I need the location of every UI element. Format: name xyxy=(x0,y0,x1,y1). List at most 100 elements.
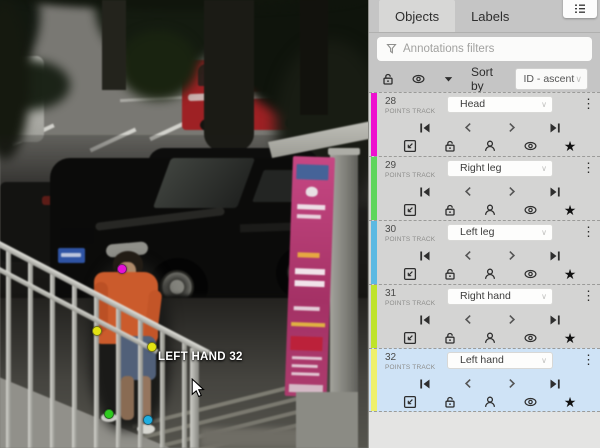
object-menu-button[interactable]: ⋮ xyxy=(582,96,594,111)
hidden-toggle-button[interactable] xyxy=(523,331,538,345)
object-label-select[interactable]: Right leg ∨ xyxy=(447,160,553,177)
keyframe-toggle-button[interactable]: ★ xyxy=(564,395,577,409)
occluded-toggle-button[interactable] xyxy=(483,139,497,153)
keypoint-left-foot[interactable] xyxy=(143,415,153,425)
next-keyframe-button[interactable] xyxy=(505,377,518,390)
lock-icon xyxy=(443,395,457,409)
object-color-bar xyxy=(371,349,377,411)
hide-all-button[interactable] xyxy=(411,72,426,86)
object-label-select[interactable]: Head ∨ xyxy=(447,96,553,113)
keypoint-right-foot[interactable] xyxy=(104,409,114,419)
hidden-toggle-button[interactable] xyxy=(523,139,538,153)
first-keyframe-button[interactable] xyxy=(418,121,432,135)
object-label-select[interactable]: Right hand ∨ xyxy=(447,288,553,305)
object-menu-button[interactable]: ⋮ xyxy=(582,160,594,175)
object-row-28[interactable]: 28 POINTS TRACK Head ∨ ⋮ xyxy=(369,92,600,156)
previous-keyframe-button[interactable] xyxy=(462,185,475,198)
next-keyframe-button[interactable] xyxy=(505,121,518,134)
object-menu-button[interactable]: ⋮ xyxy=(582,352,594,367)
next-keyframe-icon xyxy=(505,249,518,262)
first-keyframe-button[interactable] xyxy=(418,377,432,391)
keypoint-head[interactable] xyxy=(117,264,127,274)
objects-list: 28 POINTS TRACK Head ∨ ⋮ xyxy=(369,92,600,448)
occluded-icon xyxy=(483,267,497,281)
object-row-32[interactable]: 32 POINTS TRACK Left hand ∨ ⋮ xyxy=(369,348,600,412)
lock-all-button[interactable] xyxy=(381,72,395,86)
last-keyframe-button[interactable] xyxy=(548,185,562,199)
object-label-value: Right leg xyxy=(460,162,501,174)
next-keyframe-icon xyxy=(505,121,518,134)
occluded-toggle-button[interactable] xyxy=(483,267,497,281)
last-keyframe-icon xyxy=(548,249,562,263)
object-label-select[interactable]: Left hand ∨ xyxy=(447,352,553,369)
object-id: 31 xyxy=(385,289,447,299)
pinned-toggle-button[interactable] xyxy=(403,395,417,409)
chevron-down-icon: ∨ xyxy=(541,97,547,112)
previous-keyframe-button[interactable] xyxy=(462,313,475,326)
pinned-toggle-button[interactable] xyxy=(403,331,417,345)
pinned-icon xyxy=(403,331,417,345)
panel-menu-button[interactable] xyxy=(563,0,597,18)
tab-labels[interactable]: Labels xyxy=(455,0,525,32)
previous-keyframe-icon xyxy=(462,121,475,134)
lock-toggle-button[interactable] xyxy=(443,331,457,345)
pinned-toggle-button[interactable] xyxy=(403,267,417,281)
hidden-toggle-button[interactable] xyxy=(523,267,538,281)
first-keyframe-icon xyxy=(418,313,432,327)
expand-all-button[interactable] xyxy=(442,73,455,86)
lock-icon xyxy=(443,139,457,153)
previous-keyframe-icon xyxy=(462,249,475,262)
lock-toggle-button[interactable] xyxy=(443,203,457,217)
pinned-toggle-button[interactable] xyxy=(403,203,417,217)
occluded-toggle-button[interactable] xyxy=(483,395,497,409)
object-menu-button[interactable]: ⋮ xyxy=(582,288,594,303)
occluded-toggle-button[interactable] xyxy=(483,331,497,345)
first-keyframe-button[interactable] xyxy=(418,249,432,263)
next-keyframe-button[interactable] xyxy=(505,249,518,262)
pinned-icon xyxy=(403,203,417,217)
object-label-select[interactable]: Left leg ∨ xyxy=(447,224,553,241)
last-keyframe-button[interactable] xyxy=(548,249,562,263)
lock-toggle-button[interactable] xyxy=(443,139,457,153)
last-keyframe-button[interactable] xyxy=(548,377,562,391)
keyframe-toggle-button[interactable]: ★ xyxy=(564,267,577,281)
lock-toggle-button[interactable] xyxy=(443,267,457,281)
keyframe-toggle-button[interactable]: ★ xyxy=(564,203,577,217)
object-row-29[interactable]: 29 POINTS TRACK Right leg ∨ ⋮ xyxy=(369,156,600,220)
pinned-toggle-button[interactable] xyxy=(403,139,417,153)
last-keyframe-button[interactable] xyxy=(548,121,562,135)
next-keyframe-button[interactable] xyxy=(505,185,518,198)
keyframe-toggle-button[interactable]: ★ xyxy=(564,331,577,345)
object-row-30[interactable]: 30 POINTS TRACK Left leg ∨ ⋮ xyxy=(369,220,600,284)
occluded-icon xyxy=(483,203,497,217)
previous-keyframe-button[interactable] xyxy=(462,377,475,390)
next-keyframe-button[interactable] xyxy=(505,313,518,326)
lock-toggle-button[interactable] xyxy=(443,395,457,409)
object-color-bar xyxy=(371,221,377,284)
hidden-toggle-button[interactable] xyxy=(523,203,538,217)
keypoint-left-hand[interactable] xyxy=(147,342,157,352)
previous-keyframe-button[interactable] xyxy=(462,249,475,262)
object-row-31[interactable]: 31 POINTS TRACK Right hand ∨ ⋮ xyxy=(369,284,600,348)
tab-objects[interactable]: Objects xyxy=(379,0,455,32)
first-keyframe-icon xyxy=(418,377,432,391)
chevron-down-icon: ∨ xyxy=(541,161,547,176)
cvat-annotation-app: LEFT HAND 32 Objects Labels xyxy=(0,0,600,448)
hidden-toggle-button[interactable] xyxy=(523,395,538,409)
first-keyframe-icon xyxy=(418,249,432,263)
last-keyframe-button[interactable] xyxy=(548,313,562,327)
annotations-filter-input[interactable] xyxy=(377,37,592,61)
occluded-toggle-button[interactable] xyxy=(483,203,497,217)
object-track-type: POINTS TRACK xyxy=(385,363,447,372)
previous-keyframe-button[interactable] xyxy=(462,121,475,134)
keypoint-right-hand[interactable] xyxy=(92,326,102,336)
sort-select[interactable]: ID - ascent ∨ xyxy=(515,68,589,90)
object-color-bar xyxy=(371,93,377,156)
first-keyframe-button[interactable] xyxy=(418,313,432,327)
object-menu-button[interactable]: ⋮ xyxy=(582,224,594,239)
keyframe-toggle-button[interactable]: ★ xyxy=(564,139,577,153)
sort-select-value: ID - ascent xyxy=(524,73,575,85)
annotation-canvas[interactable]: LEFT HAND 32 xyxy=(0,0,368,448)
funnel-icon xyxy=(385,42,399,56)
first-keyframe-button[interactable] xyxy=(418,185,432,199)
